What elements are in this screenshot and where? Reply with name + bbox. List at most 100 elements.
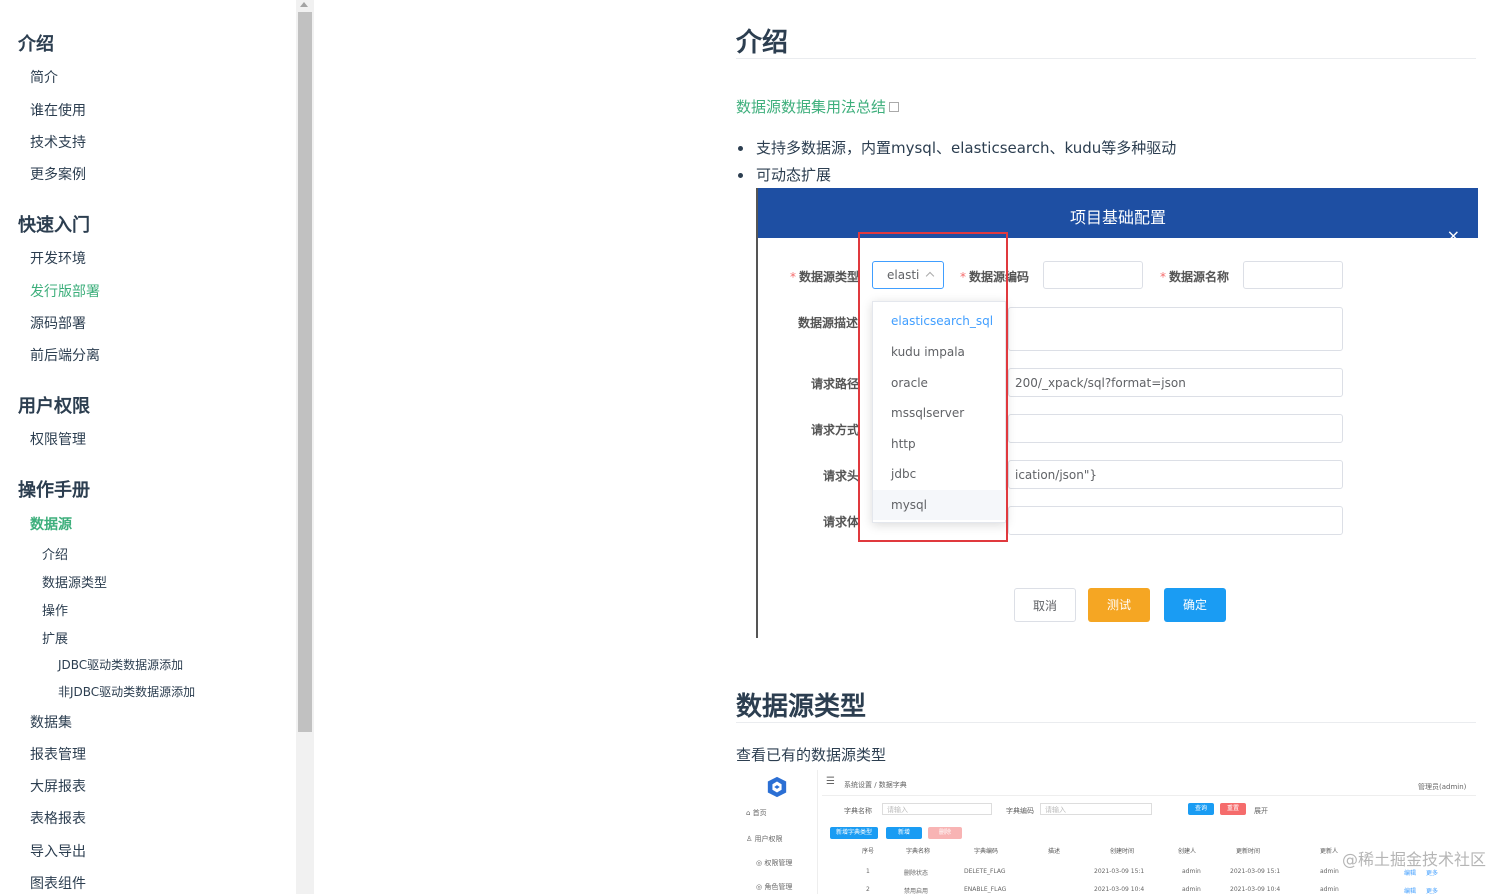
screenshot-cell: admin <box>1320 886 1339 893</box>
screenshot-column-header: 创建时间 <box>1110 848 1135 855</box>
label-source-type: * 数据源类型 <box>790 270 860 284</box>
screenshot-reset-button: 重置 <box>1220 803 1246 815</box>
sidebar-item-report-mgmt[interactable]: 报表管理 <box>30 744 86 764</box>
dialog-header: 项目基础配置 × <box>758 188 1478 245</box>
divider <box>736 58 1476 59</box>
request-path-input[interactable]: 200/_xpack/sql?format=json <box>1008 368 1343 397</box>
dialog-title: 项目基础配置 <box>1069 208 1166 227</box>
screenshot-cell: admin <box>1182 868 1201 875</box>
divider <box>736 722 1476 723</box>
section-title-intro: 介绍 <box>736 28 789 58</box>
scroll-up-arrow-icon[interactable] <box>300 2 308 7</box>
screenshot-column-header: 创建人 <box>1178 848 1197 855</box>
screenshot-side-item: ♙ 用户权限 <box>746 835 783 843</box>
cube-logo-icon <box>767 776 787 798</box>
sidebar-item-separation[interactable]: 前后端分离 <box>30 345 100 365</box>
summary-link[interactable]: 数据源数据集用法总结 <box>736 96 900 117</box>
sidebar-item-release-deploy[interactable]: 发行版部署 <box>30 281 100 301</box>
screenshot-search-input: 请输入 <box>882 803 992 815</box>
screenshot-column-header: 描述 <box>1048 848 1061 855</box>
feature-list: 支持多数据源，内置mysql、elasticsearch、kudu等多种驱动 可… <box>736 137 1176 191</box>
label-request-header: 请求头 <box>823 469 860 483</box>
screenshot-sidebar: ⌂ 首页 ♙ 用户权限 ◎ 权限管理 ◎ 角色管理 <box>736 770 818 894</box>
sidebar-item-chart-components[interactable]: 图表组件 <box>30 873 86 893</box>
screenshot-cell: admin <box>1182 886 1201 893</box>
screenshot-column-header: 更新人 <box>1320 848 1339 855</box>
sidebar-item-datasource[interactable]: 数据源 <box>30 514 72 534</box>
close-icon[interactable]: × <box>1447 206 1460 266</box>
sidebar-group-permissions[interactable]: 用户权限 <box>18 392 90 418</box>
source-name-input[interactable] <box>1243 261 1343 289</box>
section-paragraph: 查看已有的数据源类型 <box>736 746 887 764</box>
datasource-list-screenshot: ⌂ 首页 ♙ 用户权限 ◎ 权限管理 ◎ 角色管理 ☰ 系统设置 / 数据字典 … <box>736 770 1476 894</box>
sidebar-item-import-export[interactable]: 导入导出 <box>30 841 86 861</box>
sidebar: 介绍 简介 谁在使用 技术支持 更多案例 快速入门 开发环境 发行版部署 源码部… <box>0 0 296 894</box>
screenshot-side-item: ◎ 权限管理 <box>756 859 793 867</box>
highlight-annotation-box <box>858 232 1008 542</box>
screenshot-column-header: 字典名称 <box>906 848 931 855</box>
screenshot-cell: 删除状态 <box>904 870 929 877</box>
sidebar-item-permission-mgmt[interactable]: 权限管理 <box>30 429 86 449</box>
sidebar-subitem-non-jdbc[interactable]: 非JDBC驱动类数据源添加 <box>58 683 195 700</box>
menu-icon: ☰ <box>826 776 835 787</box>
screenshot-cell: ENABLE_FLAG <box>964 886 1007 893</box>
screenshot-search-input: 请输入 <box>1040 803 1152 815</box>
screenshot-topbar: ☰ 系统设置 / 数据字典 管理员(admin) <box>822 774 1476 796</box>
summary-link-text: 数据源数据集用法总结 <box>736 98 887 116</box>
sidebar-item-bigscreen[interactable]: 大屏报表 <box>30 776 86 796</box>
sidebar-subitem-jdbc[interactable]: JDBC驱动类数据源添加 <box>58 656 183 673</box>
sidebar-item-dev-env[interactable]: 开发环境 <box>30 248 86 268</box>
sidebar-item-users[interactable]: 谁在使用 <box>30 100 86 120</box>
cancel-button[interactable]: 取消 <box>1014 588 1076 622</box>
request-body-input[interactable] <box>1008 506 1343 535</box>
list-item: 可动态扩展 <box>736 164 1176 191</box>
screenshot-breadcrumb: 系统设置 / 数据字典 <box>844 781 907 789</box>
sidebar-scrollbar-thumb[interactable] <box>298 12 312 732</box>
screenshot-cell: 1 <box>866 868 870 875</box>
sidebar-item-cases[interactable]: 更多案例 <box>30 164 86 184</box>
screenshot-side-item: ◎ 角色管理 <box>756 883 793 891</box>
label-request-body: 请求体 <box>823 515 860 529</box>
screenshot-add-type-button: 新增字典类型 <box>830 827 878 839</box>
sidebar-item-dataset[interactable]: 数据集 <box>30 712 72 732</box>
screenshot-user: 管理员(admin) <box>1418 783 1467 791</box>
sidebar-subitem-types[interactable]: 数据源类型 <box>42 572 107 591</box>
label-source-desc: 数据源描述 <box>798 316 859 330</box>
screenshot-cell: 2021-03-09 15:1 <box>1094 868 1145 875</box>
screenshot-cell: 2021-03-09 10:4 <box>1230 886 1281 893</box>
list-item: 支持多数据源，内置mysql、elasticsearch、kudu等多种驱动 <box>736 137 1176 164</box>
screenshot-search-label: 字典名称 <box>844 807 872 815</box>
test-button[interactable]: 测试 <box>1088 588 1150 622</box>
screenshot-row-action: 编辑 <box>1404 888 1417 894</box>
screenshot-search-label: 字典编码 <box>1006 807 1034 815</box>
sidebar-subitem-extend[interactable]: 扩展 <box>42 628 68 647</box>
sidebar-item-table-report[interactable]: 表格报表 <box>30 808 86 828</box>
sidebar-subitem-intro[interactable]: 介绍 <box>42 544 68 563</box>
sidebar-group-quickstart[interactable]: 快速入门 <box>18 211 90 237</box>
request-method-input[interactable] <box>1008 414 1343 443</box>
screenshot-cell: 2021-03-09 10:4 <box>1094 886 1145 893</box>
screenshot-cell: admin <box>1320 868 1339 875</box>
watermark: @稀土掘金技术社区 <box>1341 850 1486 869</box>
sidebar-item-overview[interactable]: 简介 <box>30 67 58 87</box>
source-desc-textarea[interactable] <box>1008 307 1343 351</box>
screenshot-row-action: 更多 <box>1426 888 1439 894</box>
sidebar-group-manual[interactable]: 操作手册 <box>18 476 90 502</box>
screenshot-cell: 2021-03-09 15:1 <box>1230 868 1281 875</box>
screenshot-cell: 2 <box>866 886 870 893</box>
sidebar-item-source-deploy[interactable]: 源码部署 <box>30 313 86 333</box>
confirm-button[interactable]: 确定 <box>1164 588 1226 622</box>
sidebar-item-support[interactable]: 技术支持 <box>30 132 86 152</box>
sidebar-subitem-ops[interactable]: 操作 <box>42 600 68 619</box>
request-header-input[interactable]: ication/json"} <box>1008 460 1343 489</box>
label-request-method: 请求方式 <box>811 423 860 437</box>
screenshot-cell: DELETE_FLAG <box>964 868 1006 875</box>
sidebar-group-intro[interactable]: 介绍 <box>18 30 54 56</box>
screenshot-expand: 展开 <box>1254 807 1268 815</box>
label-source-name: * 数据源名称 <box>1160 270 1230 284</box>
screenshot-query-button: 查询 <box>1188 803 1214 815</box>
screenshot-side-item: ⌂ 首页 <box>746 809 767 817</box>
screenshot-column-header: 更新时间 <box>1236 848 1261 855</box>
source-code-input[interactable] <box>1043 261 1143 289</box>
label-request-path: 请求路径 <box>811 377 860 391</box>
